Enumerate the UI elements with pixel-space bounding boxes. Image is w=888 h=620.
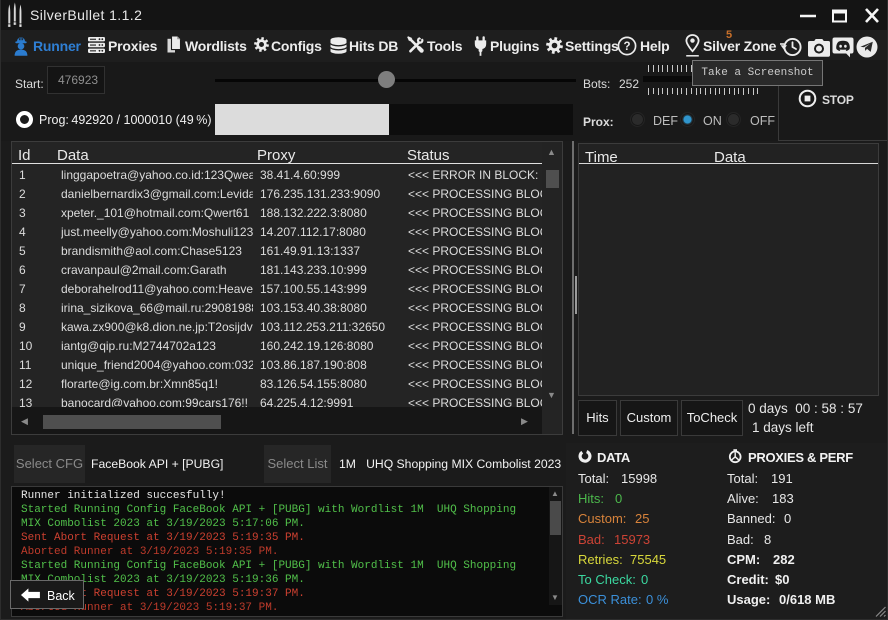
svg-text:?: ?	[623, 41, 630, 53]
